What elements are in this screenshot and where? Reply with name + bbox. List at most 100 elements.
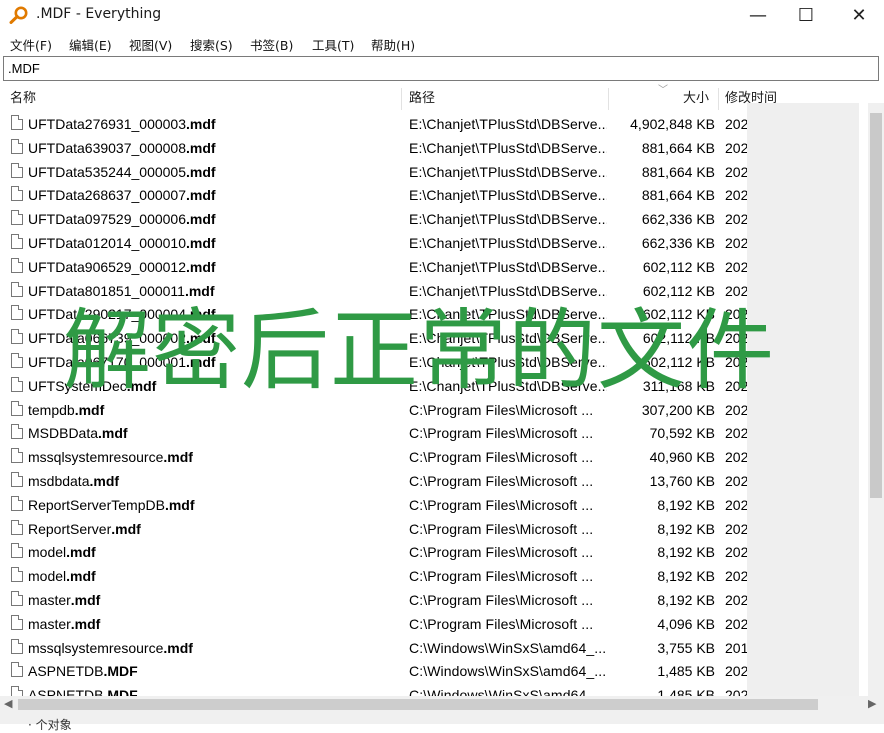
menu-tools[interactable]: 工具(T) (312, 35, 354, 54)
column-header-name[interactable]: 名称 (10, 86, 36, 111)
file-size: 602,112 KB (642, 306, 715, 323)
table-row[interactable]: ASPNETDB.MDF C:\Windows\WinSxS\amd64_... 1… (0, 659, 868, 683)
table-row[interactable]: tempdb.mdf C:\Program Files\Microsoft ...… (0, 398, 868, 422)
close-button[interactable]: ✕ (836, 0, 882, 30)
menu-file[interactable]: 文件(F) (10, 35, 52, 54)
horizontal-scrollbar[interactable]: ◀ ▶ (0, 696, 884, 713)
horizontal-scroll-thumb[interactable] (18, 699, 818, 710)
file-size: 602,112 KB (642, 258, 715, 275)
file-icon (11, 472, 23, 487)
table-row[interactable]: mssqlsystemresource.mdf C:\Program Files\… (0, 445, 868, 469)
file-path: E:\Chanjet\TPlusStd\DBServe... (409, 139, 607, 156)
table-row[interactable]: master.mdf C:\Program Files\Microsoft ...… (0, 588, 868, 612)
close-icon: ✕ (851, 4, 867, 26)
column-divider[interactable] (718, 88, 719, 110)
table-row[interactable]: ReportServerTempDB.mdf C:\Program Files\M… (0, 493, 868, 517)
menu-edit[interactable]: 编辑(E) (69, 35, 112, 54)
column-divider[interactable] (401, 88, 402, 110)
file-size: 881,664 KB (641, 187, 715, 204)
file-size: 40,960 KB (649, 449, 715, 466)
table-row[interactable]: model.mdf C:\Program Files\Microsoft ... 8… (0, 540, 868, 564)
table-row[interactable]: UFTSystemDec.mdf E:\Chanjet\TPlusStd\DBSe… (0, 374, 868, 398)
table-row[interactable]: UFTData535244_000005.mdf E:\Chanjet\TPlus… (0, 160, 868, 184)
minimize-button[interactable]: — (735, 0, 781, 30)
file-icon (11, 495, 23, 511)
vertical-scrollbar[interactable] (868, 103, 884, 696)
file-icon (11, 115, 23, 130)
file-extension: .mdf (186, 187, 216, 204)
file-size: 311,168 KB (642, 377, 715, 394)
file-path: C:\Program Files\Microsoft ... (409, 449, 594, 466)
file-name-stem: UFTData097529_000006 (28, 211, 187, 228)
file-name-stem: ASPNETDB (28, 687, 104, 696)
file-size: 881,664 KB (641, 139, 715, 156)
table-row[interactable]: mssqlsystemresource.mdf C:\Windows\WinSxS… (0, 636, 868, 660)
table-row[interactable]: MSDBData.mdf C:\Program Files\Microsoft .… (0, 421, 868, 445)
file-extension: .mdf (184, 282, 215, 299)
column-header-size[interactable]: 大小 (683, 86, 709, 111)
table-row[interactable]: ASPNETDB.MDF C:\Windows\WinSxS\amd64_... 1… (0, 683, 868, 696)
file-name: ReportServerTempDB.mdf (28, 493, 396, 517)
table-row[interactable]: UFTData066739_000002.mdf E:\Chanjet\TPlus… (0, 326, 868, 350)
file-extension: .mdf (186, 354, 216, 370)
file-name-stem: UFTData801851_000011 (28, 282, 185, 299)
maximize-button[interactable]: ☐ (783, 0, 829, 30)
table-row[interactable]: master.mdf C:\Program Files\Microsoft ...… (0, 612, 868, 636)
scroll-left-icon[interactable]: ◀ (4, 697, 12, 710)
scroll-right-icon[interactable]: ▶ (868, 697, 876, 710)
column-divider[interactable] (608, 88, 609, 110)
file-extension: .mdf (186, 235, 216, 251)
status-text: · 个对象 (28, 718, 72, 732)
table-row[interactable]: UFTData801851_000011.mdf E:\Chanjet\TPlus… (0, 279, 868, 303)
file-icon (11, 353, 23, 368)
table-row[interactable]: UFTData906529_000012.mdf E:\Chanjet\TPlus… (0, 255, 868, 279)
file-extension: .MDF (103, 663, 138, 680)
file-name: master.mdf (28, 588, 396, 612)
file-extension: .mdf (89, 473, 120, 489)
table-row[interactable]: UFTData639037_000008.mdf E:\Chanjet\TPlus… (0, 136, 868, 160)
table-row[interactable]: UFTData290217_000004.mdf E:\Chanjet\TPlus… (0, 302, 868, 326)
file-size: 70,592 KB (649, 425, 715, 442)
menu-bookmarks[interactable]: 书签(B) (250, 35, 293, 54)
table-row[interactable]: UFTData268637_000007.mdf E:\Chanjet\TPlus… (0, 183, 868, 207)
table-row[interactable]: UFTData276931_000003.mdf E:\Chanjet\TPlus… (0, 112, 868, 136)
table-row[interactable]: ReportServer.mdf C:\Program Files\Microso… (0, 517, 868, 541)
file-size: 881,664 KB (641, 163, 715, 180)
file-name-stem: UFTData067170_000001 (28, 354, 187, 370)
file-name: master.mdf (28, 612, 396, 636)
table-row[interactable]: UFTData067170_000001.mdf E:\Chanjet\TPlus… (0, 350, 868, 374)
sort-descending-icon: ﹀ (658, 85, 668, 96)
file-size: 4,096 KB (657, 615, 715, 632)
file-name-stem: ASPNETDB (28, 663, 104, 680)
file-extension: .mdf (186, 330, 216, 347)
file-icon (11, 400, 23, 416)
column-header-path[interactable]: 路径 (409, 86, 435, 111)
file-name: UFTData012014_000010.mdf (28, 231, 396, 255)
file-name-stem: UFTData639037_000008 (28, 139, 187, 156)
file-icon (11, 162, 23, 178)
vertical-scroll-thumb[interactable] (870, 113, 882, 498)
menu-view[interactable]: 视图(V) (129, 35, 172, 54)
file-path: E:\Chanjet\TPlusStd\DBServe... (409, 116, 607, 132)
table-row[interactable]: UFTData097529_000006.mdf E:\Chanjet\TPlus… (0, 207, 868, 231)
menu-help[interactable]: 帮助(H) (371, 35, 415, 54)
file-path: C:\Program Files\Microsoft ... (409, 520, 594, 537)
menu-search[interactable]: 搜索(S) (190, 35, 233, 54)
file-name: UFTData906529_000012.mdf (28, 255, 396, 279)
table-row[interactable]: msdbdata.mdf C:\Program Files\Microsoft .… (0, 469, 868, 493)
file-icon (11, 686, 23, 696)
file-name: model.mdf (28, 540, 396, 564)
file-name: UFTData276931_000003.mdf (28, 112, 396, 136)
file-name-stem: mssqlsystemresource (28, 639, 164, 656)
file-path: E:\Chanjet\TPlusStd\DBServe... (409, 330, 607, 347)
search-input[interactable] (8, 58, 868, 79)
file-icon (11, 424, 23, 440)
file-path: E:\Chanjet\TPlusStd\DBServe... (409, 377, 607, 394)
table-row[interactable]: model.mdf C:\Program Files\Microsoft ... 8… (0, 564, 868, 588)
file-extension: .mdf (98, 425, 128, 442)
file-path: C:\Program Files\Microsoft ... (409, 568, 594, 585)
file-path: C:\Program Files\Microsoft ... (409, 544, 594, 561)
table-row[interactable]: UFTData012014_000010.mdf E:\Chanjet\TPlus… (0, 231, 868, 255)
file-extension: .MDF (103, 687, 138, 696)
file-extension: .mdf (66, 544, 96, 561)
